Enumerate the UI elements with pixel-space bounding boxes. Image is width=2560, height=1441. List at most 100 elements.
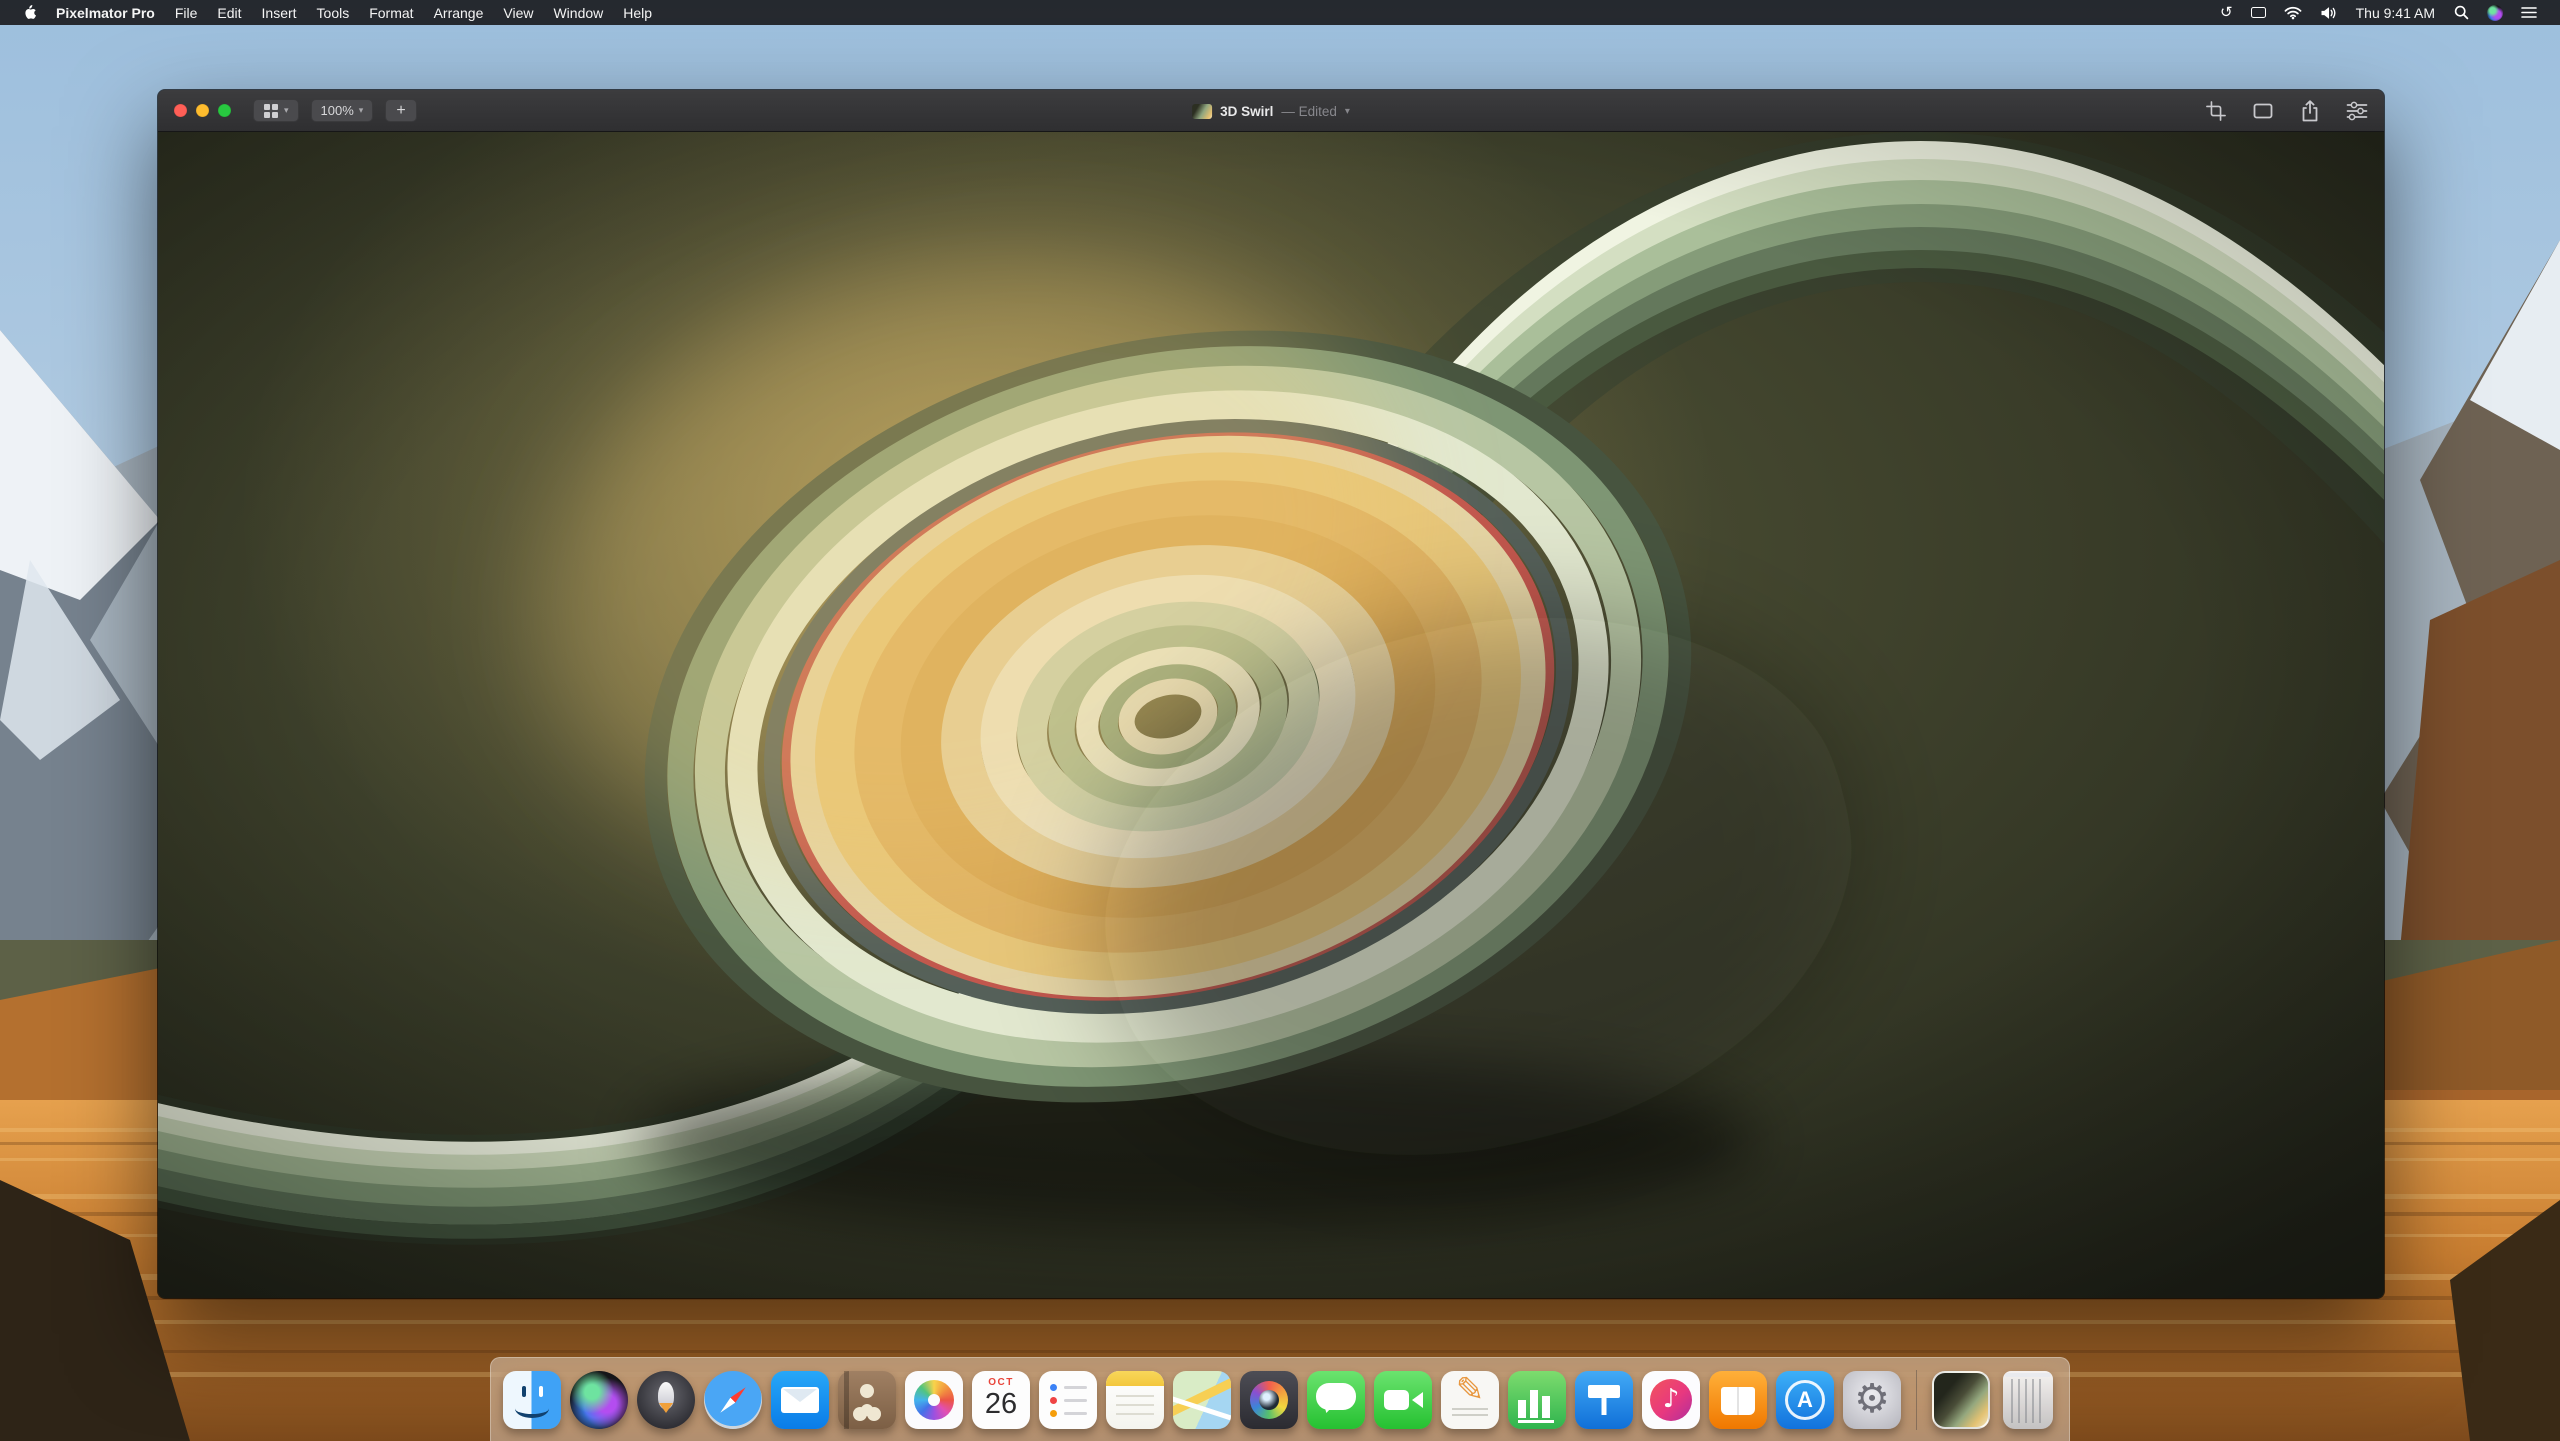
desktop: Pixelmator Pro FileEditInsertToolsFormat… — [0, 0, 2560, 1441]
dock-item-facetime[interactable] — [1374, 1371, 1432, 1429]
menu-format[interactable]: Format — [359, 0, 423, 25]
time-machine-icon: ↺ — [2220, 5, 2233, 20]
export-button[interactable] — [2300, 100, 2320, 122]
dock-item-safari[interactable] — [704, 1371, 762, 1429]
dock-item-downloads[interactable] — [1932, 1371, 1990, 1429]
messages-icon — [1307, 1371, 1365, 1429]
dock-item-finder[interactable] — [503, 1371, 561, 1429]
dock-item-trash[interactable] — [1999, 1371, 2057, 1429]
wifi-menu[interactable] — [2275, 0, 2311, 25]
menu-file[interactable]: File — [165, 0, 208, 25]
reminders-icon — [1039, 1371, 1097, 1429]
apple-icon — [22, 4, 36, 21]
menu-help[interactable]: Help — [613, 0, 662, 25]
document-edited-status: — Edited — [1281, 104, 1337, 119]
downloads-icon — [1932, 1371, 1990, 1429]
zoom-level-value: 100% — [321, 103, 354, 118]
canvas-icon — [2252, 101, 2274, 121]
time-machine-menu[interactable]: ↺ — [2211, 0, 2242, 25]
dock-item-system-preferences[interactable] — [1843, 1371, 1901, 1429]
view-options-button[interactable]: ▾ — [253, 99, 299, 122]
keynote-icon — [1575, 1371, 1633, 1429]
siri-icon — [570, 1371, 628, 1429]
notification-center-menu[interactable] — [2512, 0, 2546, 25]
crop-button[interactable] — [2206, 101, 2226, 121]
menu-window[interactable]: Window — [543, 0, 613, 25]
notes-icon — [1106, 1371, 1164, 1429]
wifi-icon — [2284, 6, 2302, 20]
display-icon — [2251, 7, 2266, 18]
dock-item-launchpad[interactable] — [637, 1371, 695, 1429]
dock-item-keynote[interactable] — [1575, 1371, 1633, 1429]
app-menus: FileEditInsertToolsFormatArrangeViewWind… — [165, 0, 662, 25]
contacts-icon — [838, 1371, 896, 1429]
menu-tools[interactable]: Tools — [307, 0, 360, 25]
sliders-icon — [2346, 101, 2368, 121]
dock-item-siri[interactable] — [570, 1371, 628, 1429]
chevron-down-icon: ▾ — [359, 106, 364, 116]
dock: OCT 26 — [490, 1357, 2070, 1441]
launchpad-icon — [637, 1371, 695, 1429]
numbers-icon — [1508, 1371, 1566, 1429]
app-menu-title[interactable]: Pixelmator Pro — [46, 5, 165, 21]
zoom-level-dropdown[interactable]: 100% ▾ — [311, 99, 374, 122]
chevron-down-icon: ▾ — [284, 106, 289, 116]
photo-booth-icon — [1240, 1371, 1298, 1429]
spotlight-menu[interactable] — [2445, 0, 2478, 25]
apple-menu[interactable] — [12, 0, 46, 25]
thumbnails-icon — [264, 104, 270, 110]
dock-item-numbers[interactable] — [1508, 1371, 1566, 1429]
calendar-month-label: OCT — [988, 1378, 1014, 1388]
add-button[interactable]: + — [385, 99, 416, 122]
canvas[interactable] — [158, 132, 2384, 1298]
dock-item-photos[interactable] — [905, 1371, 963, 1429]
safari-icon — [704, 1371, 762, 1429]
dock-item-notes[interactable] — [1106, 1371, 1164, 1429]
menu-insert[interactable]: Insert — [252, 0, 307, 25]
canvas-button[interactable] — [2252, 101, 2274, 121]
dock-item-messages[interactable] — [1307, 1371, 1365, 1429]
menu-bar: Pixelmator Pro FileEditInsertToolsFormat… — [0, 0, 2560, 25]
displays-menu[interactable] — [2242, 0, 2275, 25]
siri-menu[interactable] — [2478, 0, 2512, 25]
search-icon — [2454, 5, 2469, 20]
maps-icon — [1173, 1371, 1231, 1429]
share-icon — [2300, 100, 2320, 122]
window-title[interactable]: 3D Swirl — Edited ▾ — [1192, 90, 1350, 132]
traffic-lights — [174, 104, 231, 117]
crop-icon — [2206, 101, 2226, 121]
view-settings-button[interactable] — [2346, 101, 2368, 121]
dock-item-contacts[interactable] — [838, 1371, 896, 1429]
menu-arrange[interactable]: Arrange — [424, 0, 494, 25]
dock-item-maps[interactable] — [1173, 1371, 1231, 1429]
dock-item-ibooks[interactable] — [1709, 1371, 1767, 1429]
title-chevron-icon: ▾ — [1345, 106, 1350, 117]
trash-icon — [2003, 1371, 2053, 1429]
menu-bar-clock[interactable]: Thu 9:41 AM — [2346, 5, 2445, 21]
dock-item-pages[interactable] — [1441, 1371, 1499, 1429]
calendar-icon: OCT 26 — [972, 1371, 1030, 1429]
siri-icon — [2487, 5, 2503, 21]
menu-edit[interactable]: Edit — [207, 0, 251, 25]
document-name: 3D Swirl — [1220, 104, 1273, 119]
dock-item-itunes[interactable] — [1642, 1371, 1700, 1429]
close-button[interactable] — [174, 104, 187, 117]
dock-item-calendar[interactable]: OCT 26 — [972, 1371, 1030, 1429]
canvas-artwork — [158, 132, 2384, 1298]
dock-item-photo-booth[interactable] — [1240, 1371, 1298, 1429]
dock-item-reminders[interactable] — [1039, 1371, 1097, 1429]
dock-item-appstore[interactable] — [1776, 1371, 1834, 1429]
menu-view[interactable]: View — [493, 0, 543, 25]
minimize-button[interactable] — [196, 104, 209, 117]
volume-menu[interactable] — [2311, 0, 2346, 25]
fullscreen-button[interactable] — [218, 104, 231, 117]
calendar-day-label: 26 — [985, 1390, 1017, 1419]
pixelmator-window: ▾ 100% ▾ + 3D Swirl — Edited ▾ — [158, 90, 2384, 1298]
photos-icon — [905, 1371, 963, 1429]
document-icon — [1192, 104, 1212, 119]
notification-center-icon — [2521, 6, 2537, 19]
ibooks-icon — [1709, 1371, 1767, 1429]
dock-separator — [1916, 1370, 1917, 1430]
dock-item-mail[interactable] — [771, 1371, 829, 1429]
appstore-icon — [1776, 1371, 1834, 1429]
